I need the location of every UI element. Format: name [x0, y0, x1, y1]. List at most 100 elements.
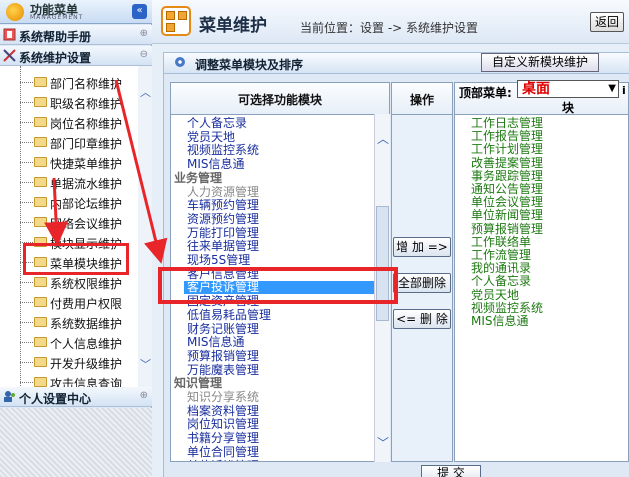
tree-connector	[20, 222, 33, 223]
list-item[interactable]: 单位合同管理	[187, 445, 259, 459]
sidebar-item-label: 部门印章维护	[50, 137, 123, 151]
selected-modules-list[interactable]: 工作日志管理 工作报告管理 工作计划管理 改善提案管理 事务跟踪管理 通知公告管理 单位会议…	[454, 114, 629, 462]
list-item[interactable]: 单位诉讼管理	[187, 459, 259, 461]
collapse-sidebar-button[interactable]: «	[132, 4, 147, 19]
delete-button[interactable]: <= 删 除	[393, 309, 451, 329]
folder-icon	[34, 197, 47, 207]
sidebar-item[interactable]: 部门名称维护	[20, 73, 138, 92]
sidebar-item-label: 快捷菜单维护	[50, 157, 123, 171]
list-item[interactable]: 财务记账管理	[187, 322, 259, 336]
tree-connector	[20, 142, 33, 143]
folder-icon	[34, 277, 47, 287]
expand-icon[interactable]: ⊕	[140, 28, 148, 39]
folder-icon	[34, 137, 47, 147]
selected-list-item[interactable]: 工作计划管理	[471, 143, 543, 156]
top-menu-label: 顶部菜单:	[459, 86, 512, 100]
sidebar-header: 功能菜单 MANAGEMENT «	[0, 0, 152, 24]
folder-icon	[34, 177, 47, 187]
selected-list-item[interactable]: 预算报销管理	[471, 222, 543, 236]
sidebar-item[interactable]: 职级名称维护	[20, 93, 138, 112]
tree-connector	[20, 322, 33, 323]
submit-button[interactable]: 提 交	[421, 465, 481, 477]
tools-icon	[3, 49, 16, 62]
top-menu-select[interactable]: 桌面 ▼	[517, 80, 619, 98]
folder-icon	[34, 297, 47, 307]
sidebar-item[interactable]: 系统权限维护	[20, 273, 138, 292]
list-item[interactable]: 岗位知识管理	[187, 418, 259, 431]
section-personal-settings[interactable]: 个人设置中心 ⊕	[0, 387, 152, 407]
sidebar-item[interactable]: 内部论坛维护	[20, 193, 138, 212]
scroll-down-icon[interactable]: ﹀	[140, 356, 151, 372]
list-item[interactable]: 往来单据管理	[187, 240, 259, 253]
sidebar-item[interactable]: 网络会议维护	[20, 213, 138, 232]
expand-icon[interactable]: ⊕	[140, 390, 148, 401]
back-button[interactable]: 返回	[590, 12, 624, 32]
sidebar-item[interactable]: 付费用户权限	[20, 293, 138, 312]
selected-list-item[interactable]: 事务跟踪管理	[471, 169, 543, 183]
list-item[interactable]: 资源预约管理	[187, 212, 259, 226]
collapse-icon[interactable]: ⊖	[140, 49, 148, 60]
list-item[interactable]: 档案资料管理	[187, 404, 259, 418]
chevron-down-icon[interactable]: ▼	[608, 81, 616, 97]
list-item[interactable]: 人力资源管理	[187, 185, 259, 199]
scroll-down-icon[interactable]: ﹀	[377, 434, 389, 451]
selected-list-item[interactable]: 个人备忘录	[471, 275, 531, 288]
list-item[interactable]: 视频监控系统	[187, 144, 259, 157]
add-button[interactable]: 增 加 =>	[393, 237, 451, 257]
tree-scrollbar[interactable]: ︿ ﹀	[138, 66, 152, 392]
tree-connector	[20, 102, 33, 103]
list-item[interactable]: 党员天地	[187, 130, 235, 144]
folder-icon	[34, 377, 47, 387]
delete-all-button[interactable]: 全部删除	[393, 273, 451, 293]
folder-icon	[34, 357, 47, 367]
list-item[interactable]: 车辆预约管理	[187, 199, 259, 212]
list-item[interactable]: 预算报销管理	[187, 349, 259, 363]
list-item[interactable]: 个人备忘录	[187, 117, 247, 130]
section-system-settings[interactable]: 系统维护设置 ⊖	[0, 46, 152, 66]
list-item[interactable]: MIS信息通	[187, 158, 245, 171]
sidebar-item[interactable]: 岗位名称维护	[20, 113, 138, 132]
list-item[interactable]: MIS信息通	[187, 336, 245, 349]
tree-connector	[20, 362, 33, 363]
tree-connector	[20, 302, 33, 303]
panel-title: 调整菜单模块及排序	[195, 58, 304, 72]
list-item[interactable]: 万能魔表管理	[187, 363, 259, 377]
folder-icon	[34, 337, 47, 347]
selected-list-item[interactable]: 单位新闻管理	[471, 209, 543, 222]
selected-list-item[interactable]: MIS信息通	[471, 315, 529, 328]
list-item[interactable]: 万能打印管理	[187, 226, 259, 240]
section-help-manual[interactable]: 系统帮助手册 ⊕	[0, 25, 152, 45]
sidebar-item-label: 开发升级维护	[50, 357, 123, 371]
scroll-up-icon[interactable]: ︿	[377, 130, 389, 147]
tree-connector	[20, 182, 33, 183]
selected-list-item[interactable]: 工作联络单	[471, 235, 531, 249]
highlight-box-menu-item	[23, 243, 129, 275]
bullet-icon	[175, 57, 185, 67]
scroll-up-icon[interactable]: ︿	[140, 84, 151, 100]
sidebar-item[interactable]: 开发升级维护	[20, 353, 138, 372]
tree-connector	[20, 122, 33, 123]
folder-icon	[34, 97, 47, 107]
sidebar-item[interactable]: 单据流水维护	[20, 173, 138, 192]
sidebar-item[interactable]: 个人信息维护	[20, 333, 138, 352]
sidebar-item-label: 单据流水维护	[50, 177, 123, 191]
selected-list-item[interactable]: 改善提案管理	[471, 156, 543, 170]
custom-module-button[interactable]: 自定义新模块维护	[481, 53, 599, 72]
list-item[interactable]: 知识分享系统	[187, 391, 259, 404]
folder-icon	[34, 77, 47, 87]
sidebar-item-label: 内部论坛维护	[50, 197, 123, 211]
sidebar-item-label: 岗位名称维护	[50, 117, 123, 131]
users-icon	[3, 390, 16, 403]
sidebar-item[interactable]: 部门印章维护	[20, 133, 138, 152]
sidebar-item[interactable]: 系统数据维护	[20, 313, 138, 332]
list-group-header: 业务管理	[174, 170, 223, 185]
highlight-box-list-item	[158, 267, 398, 304]
sidebar-item[interactable]: 快捷菜单维护	[20, 153, 138, 172]
header-extra-text: i	[622, 84, 626, 97]
selected-list-item[interactable]: 党员天地	[471, 288, 519, 302]
list-item[interactable]: 书籍分享管理	[187, 432, 259, 445]
menu-maintenance-icon	[161, 6, 191, 36]
selected-list-item[interactable]: 视频监控系统	[471, 301, 543, 315]
list-item[interactable]: 现场5S管理	[187, 254, 250, 267]
list-item[interactable]: 低值易耗品管理	[187, 308, 271, 322]
